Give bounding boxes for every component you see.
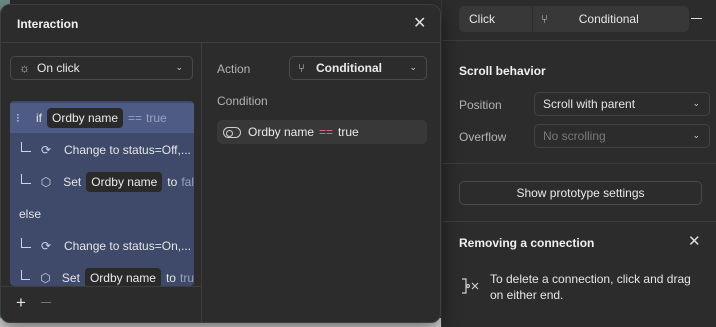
remove-interaction-button[interactable] [690,9,704,23]
divider [442,221,716,222]
else-row[interactable]: else [10,199,194,229]
action-text: Change to status=On,... [64,239,192,253]
position-label: Position [459,98,502,112]
refresh-icon: ⟳ [41,143,52,157]
variable-icon: ⬡ [40,175,52,189]
branch-line [21,174,31,184]
set-value: tru [179,271,194,285]
trigger-select[interactable]: ☼ On click ⌄ [10,56,193,80]
boolean-toggle-icon [223,126,241,138]
trigger-value: On click [37,61,80,75]
removing-connection-title: Removing a connection [459,236,595,250]
set-keyword: Set [61,271,80,285]
conditional-logic-list[interactable]: ⁝ if Ordby name == true ⟳ Change to stat… [10,101,194,286]
chevron-down-icon: ⌄ [692,98,700,108]
condition-variable: Ordby name [248,125,315,139]
condition-value: true [338,125,359,139]
if-keyword: if [36,111,42,125]
action-row[interactable]: ⬡ Set Ordby name to fal [10,167,194,197]
divider [1,286,201,287]
chevron-down-icon: ⌄ [175,62,183,72]
position-value: Scroll with parent [543,97,636,111]
show-prototype-settings-button[interactable]: Show prototype settings [459,181,702,205]
add-action-button[interactable]: + [16,293,26,313]
connection-remove-icon [460,276,480,296]
drag-handle-icon: ⁝ [16,111,20,125]
interaction-summary[interactable]: Click ⑂ Conditional [459,6,689,32]
trigger-summary[interactable]: Click [459,6,532,32]
scroll-behavior-title: Scroll behavior [459,64,546,78]
action-row[interactable]: ⬡ Set Ordby name to tru [10,263,194,286]
overflow-label: Overflow [459,130,507,144]
to-keyword: to [167,175,178,189]
refresh-icon: ⟳ [41,239,52,253]
variable-tag: Ordby name [47,108,124,128]
branch-line [21,238,31,248]
condition-value: true [146,111,167,125]
action-row[interactable]: ⟳ Change to status=Off,... [10,135,194,165]
if-row[interactable]: ⁝ if Ordby name == true [10,103,194,133]
click-icon: ☼ [19,61,30,75]
condition-operator: == [319,125,334,139]
close-icon[interactable]: ✕ [688,234,702,249]
variable-tag: Ordby name [84,268,161,286]
action-label: Action [217,62,251,76]
conditional-icon: ⑂ [540,12,548,26]
branch-line [21,270,31,280]
chevron-down-icon: ⌄ [692,130,700,140]
action-summary[interactable]: ⑂ Conditional [532,6,689,32]
action-summary-label: Conditional [578,12,639,26]
operator: == [128,111,143,125]
removing-connection-text: To delete a connection, click and drag o… [490,272,691,302]
trigger-summary-label: Click [469,12,495,26]
action-row[interactable]: ⟳ Change to status=On,... [10,231,194,261]
divider [442,40,716,41]
to-keyword: to [165,271,176,285]
condition-expression[interactable]: Ordby name == true [217,120,427,144]
divider [201,43,202,322]
properties-panel: Click ⑂ Conditional Scroll behavior Posi… [441,0,716,327]
action-text: Change to status=Off,... [64,143,191,157]
modal-title: Interaction [17,17,79,31]
divider [442,163,716,164]
interaction-modal: Interaction ✕ ☼ On click ⌄ ⁝ if Ordby na… [0,4,441,323]
divider [1,42,440,43]
variable-icon: ⬡ [40,271,51,285]
remove-action-button[interactable] [41,302,51,303]
condition-label: Condition [217,94,268,108]
variable-tag: Ordby name [86,172,163,192]
overflow-value: No scrolling [543,129,606,143]
overflow-select[interactable]: No scrolling ⌄ [534,124,710,148]
action-value: Conditional [316,61,382,75]
position-select[interactable]: Scroll with parent ⌄ [534,92,710,116]
set-keyword: Set [63,175,82,189]
else-keyword: else [19,207,42,221]
chevron-down-icon: ⌄ [409,62,417,72]
branch-line [21,142,31,152]
set-value: fal [181,175,194,189]
action-select[interactable]: ⑂ Conditional ⌄ [289,56,427,80]
conditional-icon: ⑂ [298,61,306,75]
close-icon[interactable]: ✕ [413,16,429,32]
